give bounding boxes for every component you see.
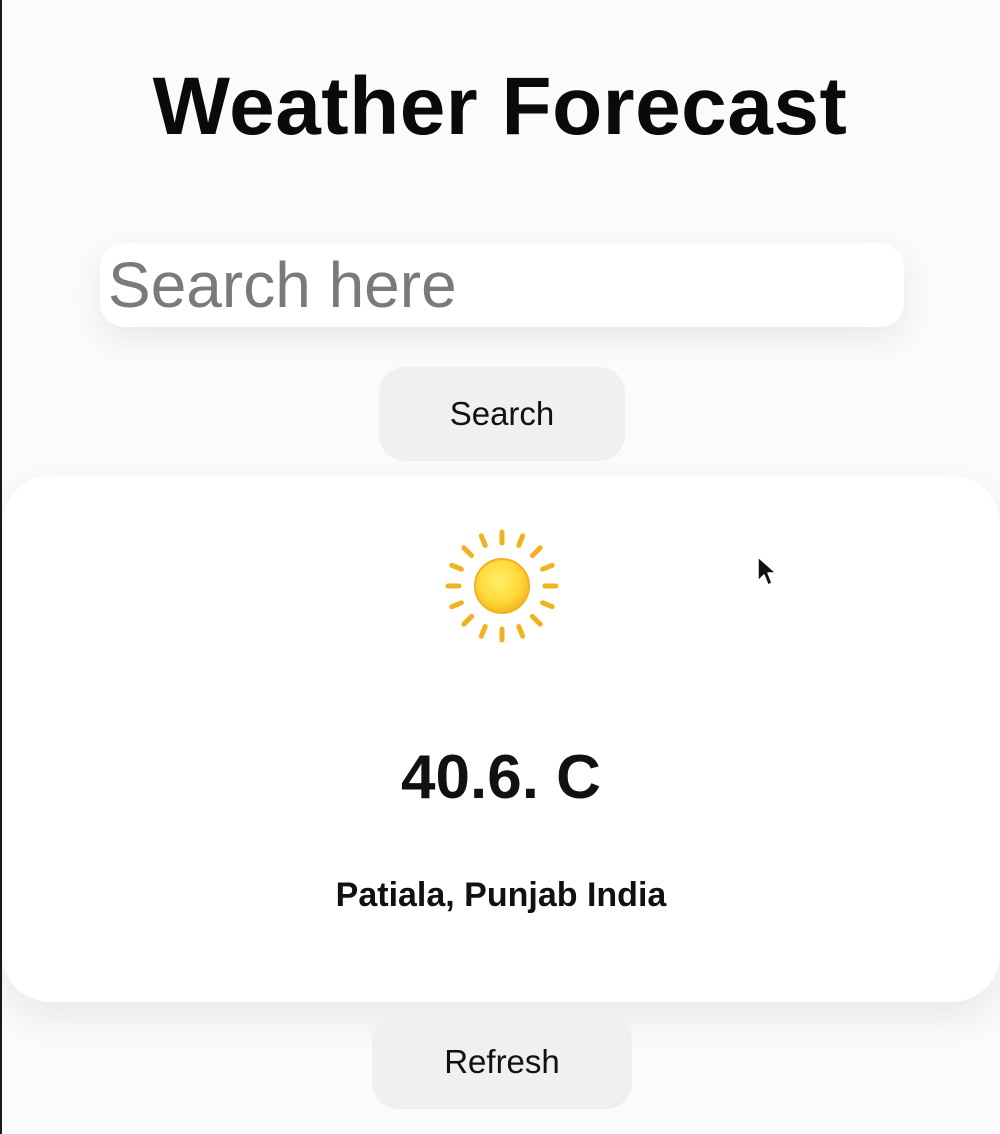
- page-title: Weather Forecast: [152, 61, 848, 152]
- refresh-button[interactable]: Refresh: [372, 1015, 632, 1109]
- search-input[interactable]: [100, 243, 904, 327]
- weather-card: 40.6. C Patiala, Punjab India: [2, 476, 1000, 1002]
- mouse-cursor-icon: [757, 556, 777, 586]
- search-button[interactable]: Search: [379, 367, 625, 461]
- sun-icon: [445, 529, 559, 643]
- temperature-value: 40.6. C: [401, 743, 601, 812]
- search-box: [100, 243, 904, 327]
- location-label: Patiala, Punjab India: [335, 876, 667, 914]
